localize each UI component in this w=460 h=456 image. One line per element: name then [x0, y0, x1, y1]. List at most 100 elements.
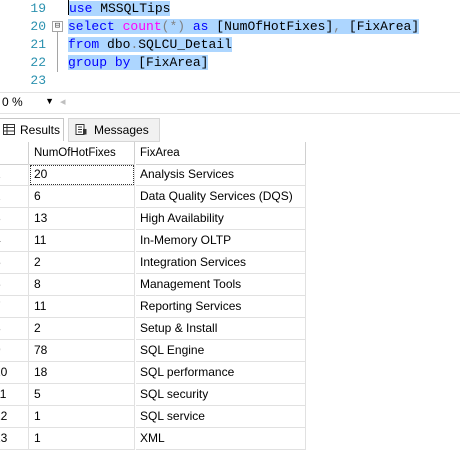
code-token: dbo [99, 37, 131, 52]
fixarea-cell[interactable]: Analysis Services [136, 164, 306, 186]
numofhotfixes-cell[interactable]: 6 [29, 186, 135, 208]
code-token: [FixArea] [341, 19, 420, 34]
code-token: use [69, 1, 93, 16]
table-row[interactable]: 68Management Tools [0, 274, 306, 296]
code-token: from [68, 37, 100, 52]
numofhotfixes-cell[interactable]: 18 [29, 362, 135, 384]
code-token: group [68, 55, 108, 70]
numofhotfixes-cell[interactable]: 2 [29, 252, 135, 274]
table-row[interactable]: 978SQL Engine [0, 340, 306, 362]
table-row[interactable]: 120Analysis Services [0, 164, 306, 186]
table-row[interactable]: 711Reporting Services [0, 296, 306, 318]
table-row[interactable]: 82Setup & Install [0, 318, 306, 340]
table-row[interactable]: 26Data Quality Services (DQS) [0, 186, 306, 208]
fixarea-cell[interactable]: Management Tools [136, 274, 306, 296]
numofhotfixes-cell[interactable]: 11 [29, 230, 135, 252]
fixarea-cell[interactable]: Integration Services [136, 252, 306, 274]
collapse-icon[interactable]: ⊟ [52, 21, 63, 32]
table-row[interactable]: 1018SQL performance [0, 362, 306, 384]
code-token: MSSQLTips [92, 1, 171, 16]
column-header-fixarea[interactable]: FixArea [136, 142, 306, 165]
code-line[interactable]: select count(*) as [NumOfHotFixes], [Fix… [68, 18, 420, 36]
line-number-gutter: 19 20 21 22 23 [0, 0, 46, 92]
messages-icon [75, 124, 87, 135]
line-number: 19 [30, 1, 46, 16]
fixarea-cell[interactable]: SQL security [136, 384, 306, 406]
numofhotfixes-cell[interactable]: 8 [29, 274, 135, 296]
selected-text: use MSSQLTips [69, 1, 171, 16]
table-row[interactable]: 131XML [0, 428, 306, 450]
row-number-cell[interactable]: 11 [0, 384, 29, 406]
code-token: , [333, 19, 342, 34]
table-row[interactable]: 121SQL service [0, 406, 306, 428]
chevron-down-icon: ▼ [45, 96, 54, 106]
code-token: count [122, 19, 162, 34]
row-number-cell[interactable]: 12 [0, 406, 29, 428]
code-token: as [192, 19, 209, 34]
results-grid[interactable]: NumOfHotFixes FixArea 120Analysis Servic… [0, 142, 460, 456]
fixarea-cell[interactable]: High Availability [136, 208, 306, 230]
tab-messages-label: Messages [94, 123, 149, 137]
table-row[interactable]: 313High Availability [0, 208, 306, 230]
code-token: select [68, 19, 115, 34]
row-header-corner[interactable] [0, 142, 29, 165]
numofhotfixes-cell[interactable]: 78 [29, 340, 135, 362]
tab-messages[interactable]: Messages [68, 118, 160, 142]
line-number: 22 [30, 55, 46, 70]
query-editor[interactable]: 19 20 21 22 23 ⊟ use MSSQLTips select cou… [0, 0, 460, 92]
row-number-cell[interactable]: 6 [0, 274, 29, 296]
tab-results-label: Results [20, 123, 61, 137]
selected-text: from dbo.SQLCU_Detail [68, 37, 232, 52]
line-number: 20 [30, 19, 46, 34]
numofhotfixes-cell[interactable]: 2 [29, 318, 135, 340]
column-header-numofhotfixes[interactable]: NumOfHotFixes [29, 142, 135, 165]
numofhotfixes-cell[interactable]: 20 [29, 164, 135, 186]
code-token: SQLCU_Detail [138, 37, 232, 52]
row-number-cell[interactable]: 7 [0, 296, 29, 318]
fixarea-cell[interactable]: Reporting Services [136, 296, 306, 318]
tab-results[interactable]: Results [0, 118, 64, 141]
selected-text: select count(*) as [NumOfHotFixes], [Fix… [68, 19, 420, 34]
row-number-cell[interactable]: 5 [0, 252, 29, 274]
code-token: by [114, 55, 131, 70]
fixarea-cell[interactable]: SQL Engine [136, 340, 306, 362]
row-number-cell[interactable]: 13 [0, 428, 29, 450]
code-folding-margin: ⊟ [52, 0, 64, 92]
table-row[interactable]: 411In-Memory OLTP [0, 230, 306, 252]
numofhotfixes-cell[interactable]: 5 [29, 384, 135, 406]
row-number-cell[interactable]: 4 [0, 230, 29, 252]
fixarea-cell[interactable]: In-Memory OLTP [136, 230, 306, 252]
fixarea-cell[interactable]: Setup & Install [136, 318, 306, 340]
fixarea-cell[interactable]: SQL performance [136, 362, 306, 384]
row-number-cell[interactable]: 10 [0, 362, 29, 384]
code-line[interactable]: use MSSQLTips [68, 0, 171, 18]
row-number-cell[interactable]: 3 [0, 208, 29, 230]
row-number-cell[interactable]: 8 [0, 318, 29, 340]
grid-icon [3, 124, 15, 135]
selected-text: group by [FixArea] [68, 55, 209, 70]
zoom-value: 0 % [2, 95, 23, 109]
fixarea-cell[interactable]: Data Quality Services (DQS) [136, 186, 306, 208]
code-line[interactable]: group by [FixArea] [68, 54, 209, 72]
row-number-cell[interactable]: 9 [0, 340, 29, 362]
table-row[interactable]: 115SQL security [0, 384, 306, 406]
fixarea-cell[interactable]: SQL service [136, 406, 306, 428]
numofhotfixes-cell[interactable]: 1 [29, 428, 135, 450]
scroll-left-icon[interactable]: ◂ [60, 95, 66, 108]
code-token: [FixArea] [130, 55, 209, 70]
fold-guide-line [57, 32, 58, 72]
code-token: [NumOfHotFixes] [208, 19, 334, 34]
zoom-dropdown[interactable]: 0 % ▼ [0, 95, 58, 110]
numofhotfixes-cell[interactable]: 13 [29, 208, 135, 230]
row-number-cell[interactable]: 2 [0, 186, 29, 208]
code-line[interactable]: from dbo.SQLCU_Detail [68, 36, 232, 54]
table-row[interactable]: 52Integration Services [0, 252, 306, 274]
line-number: 21 [30, 37, 46, 52]
fixarea-cell[interactable]: XML [136, 428, 306, 450]
results-tab-strip: Results Messages [0, 114, 460, 142]
numofhotfixes-cell[interactable]: 1 [29, 406, 135, 428]
numofhotfixes-cell[interactable]: 11 [29, 296, 135, 318]
row-number-cell[interactable]: 1 [0, 164, 29, 186]
